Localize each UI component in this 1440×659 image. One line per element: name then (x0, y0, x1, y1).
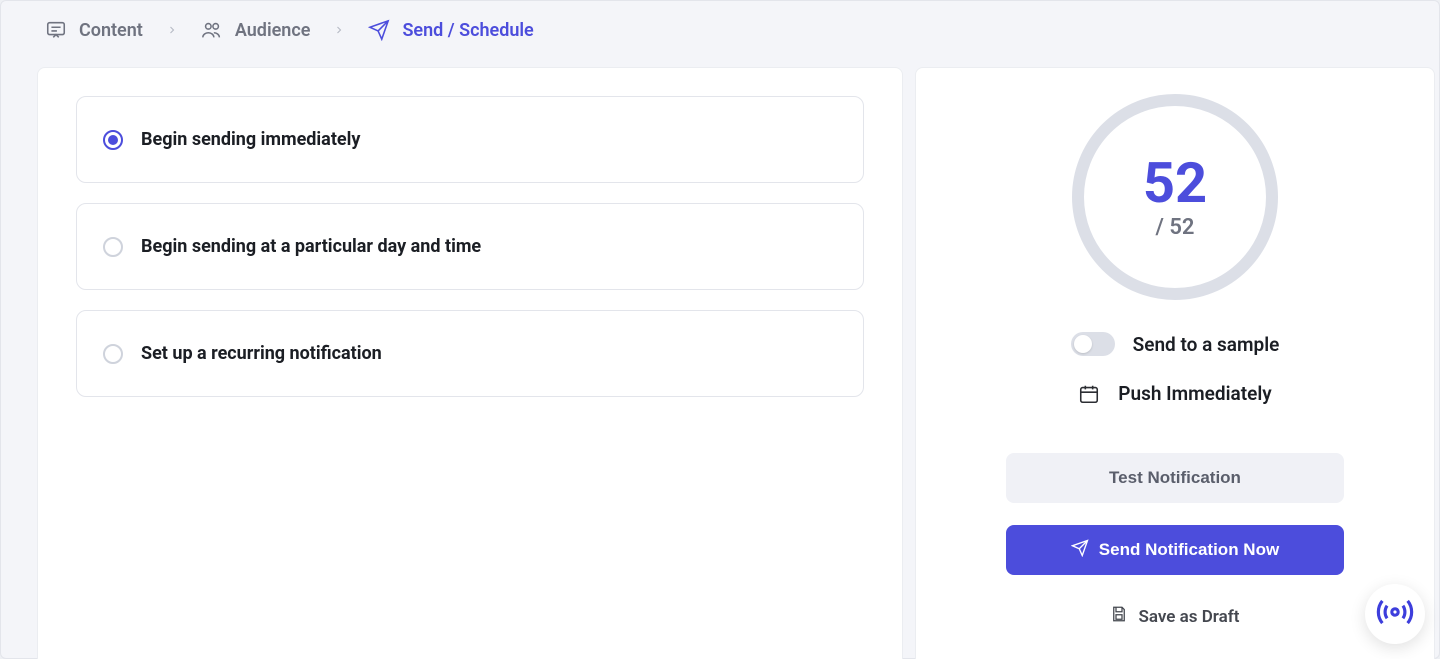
schedule-options-panel: Begin sending immediately Begin sending … (37, 67, 903, 659)
radio-selected-icon (103, 130, 123, 150)
send-notification-button[interactable]: Send Notification Now (1006, 525, 1344, 575)
breadcrumb-step-send-schedule[interactable]: Send / Schedule (360, 15, 541, 45)
option-send-recurring[interactable]: Set up a recurring notification (76, 310, 864, 397)
sample-toggle[interactable] (1071, 332, 1115, 356)
message-icon (45, 19, 67, 41)
breadcrumb-step-content[interactable]: Content (37, 15, 151, 45)
broadcast-icon (1376, 593, 1414, 635)
breadcrumb: Content Audience Send / Schedule (1, 1, 1439, 59)
sample-toggle-label: Send to a sample (1133, 333, 1280, 356)
save-icon (1110, 605, 1128, 628)
breadcrumb-step-audience[interactable]: Audience (193, 15, 319, 45)
breadcrumb-step-content-label: Content (79, 20, 143, 41)
option-send-scheduled[interactable]: Begin sending at a particular day and ti… (76, 203, 864, 290)
save-as-draft-link[interactable]: Save as Draft (1110, 605, 1239, 628)
recipient-count: 52 (1143, 155, 1207, 211)
save-as-draft-label: Save as Draft (1138, 607, 1239, 627)
send-icon (1071, 539, 1089, 562)
chevron-right-icon (159, 24, 185, 36)
option-send-immediately[interactable]: Begin sending immediately (76, 96, 864, 183)
test-notification-button[interactable]: Test Notification (1006, 453, 1344, 503)
app-frame: Content Audience Send / Schedule Begi (0, 0, 1440, 659)
option-send-recurring-label: Set up a recurring notification (141, 343, 382, 364)
recipient-total: / 52 (1156, 215, 1195, 240)
send-icon (368, 19, 390, 41)
content-body: Begin sending immediately Begin sending … (1, 59, 1439, 659)
send-notification-button-label: Send Notification Now (1099, 540, 1279, 560)
option-send-immediately-label: Begin sending immediately (141, 129, 360, 150)
help-fab[interactable] (1365, 584, 1425, 644)
breadcrumb-step-send-schedule-label: Send / Schedule (402, 20, 533, 41)
option-send-scheduled-label: Begin sending at a particular day and ti… (141, 236, 481, 257)
chevron-right-icon (326, 24, 352, 36)
timing-info-row: Push Immediately (1078, 382, 1271, 405)
breadcrumb-step-audience-label: Audience (235, 20, 311, 41)
recipient-count-gauge: 52 / 52 (1072, 94, 1278, 300)
calendar-icon (1078, 383, 1100, 405)
people-icon (201, 19, 223, 41)
test-notification-button-label: Test Notification (1109, 468, 1241, 488)
summary-panel: 52 / 52 Send to a sample Push Immediatel… (915, 67, 1435, 659)
radio-unselected-icon (103, 237, 123, 257)
timing-info-label: Push Immediately (1118, 382, 1271, 405)
radio-unselected-icon (103, 344, 123, 364)
sample-toggle-row: Send to a sample (1071, 332, 1280, 356)
